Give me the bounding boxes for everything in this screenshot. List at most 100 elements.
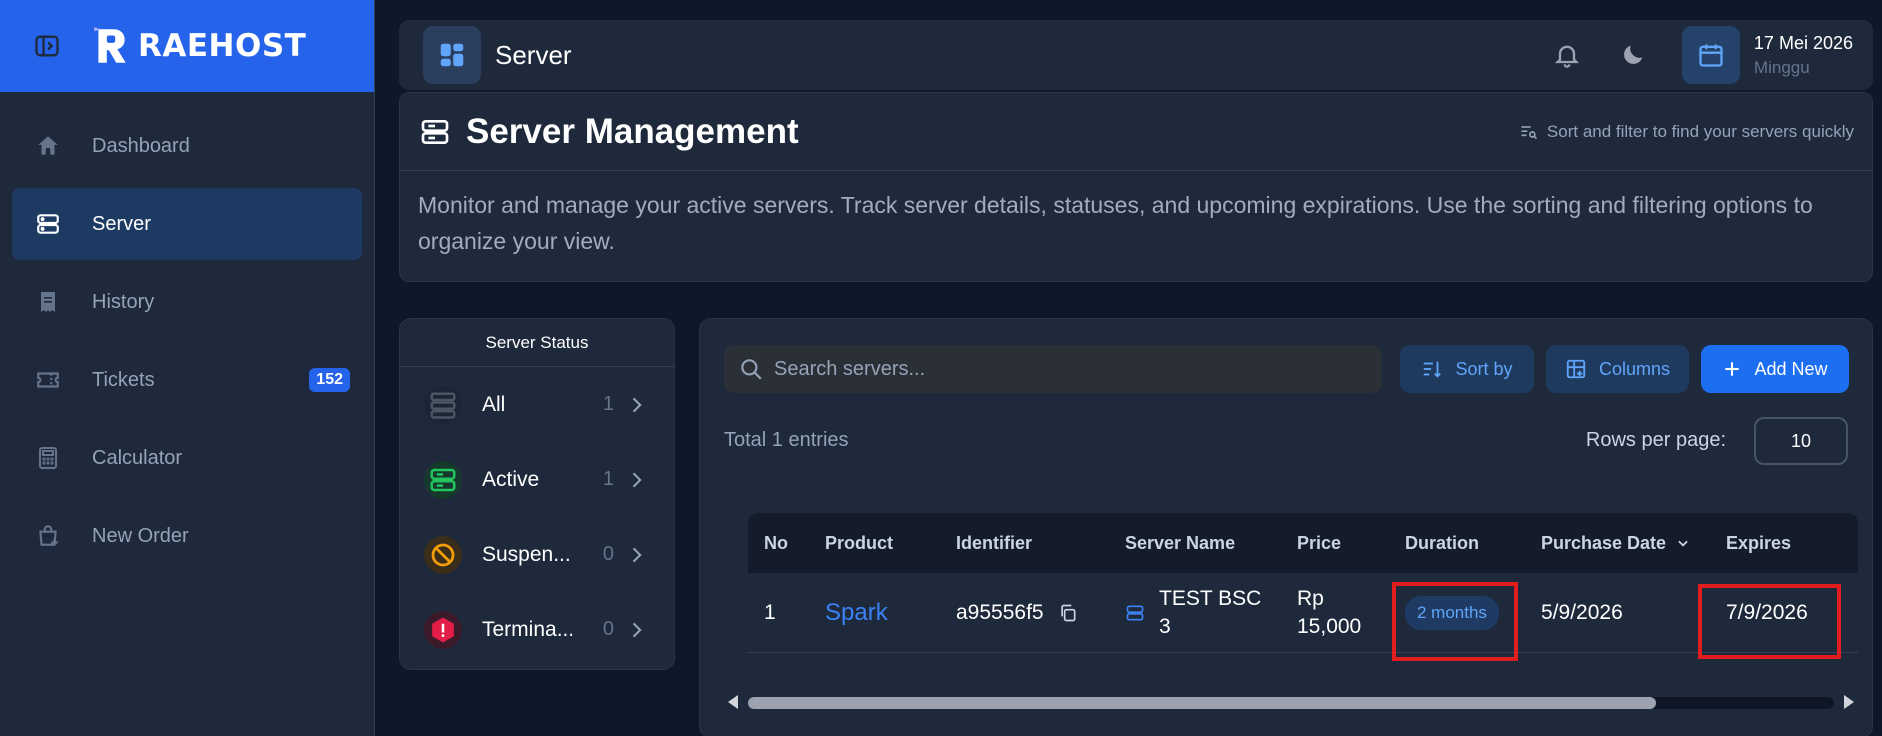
add-new-button[interactable]: Add New <box>1701 345 1849 393</box>
sort-filter-hint: Sort and filter to find your servers qui… <box>1519 122 1854 142</box>
status-label: Suspen... <box>482 542 571 566</box>
plus-icon <box>1722 359 1742 379</box>
sidebar-item-new-order[interactable]: New Order <box>12 500 362 572</box>
status-item-terminated[interactable]: Termina... 0 <box>400 592 674 667</box>
brand-bar: RAEHOST <box>0 0 374 92</box>
sidebar-item-label: History <box>92 290 155 313</box>
column-header-identifier[interactable]: Identifier <box>940 533 1109 554</box>
columns-icon <box>1565 358 1587 380</box>
column-header-product[interactable]: Product <box>809 533 940 554</box>
sidebar-item-history[interactable]: History <box>12 266 362 338</box>
sidebar-item-tickets[interactable]: Tickets 152 <box>12 344 362 416</box>
sort-by-button[interactable]: Sort by <box>1400 345 1534 393</box>
columns-button[interactable]: Columns <box>1546 345 1689 393</box>
status-item-all[interactable]: All 1 <box>400 367 674 442</box>
bell-icon[interactable] <box>1550 38 1584 72</box>
columns-label: Columns <box>1598 358 1671 379</box>
tickets-count-badge: 152 <box>309 368 350 392</box>
chevron-right-icon <box>626 619 646 641</box>
server-small-icon <box>1125 603 1145 623</box>
topbar: Server 17 Mei 2026 Minggu <box>399 20 1873 90</box>
sidebar-nav: Dashboard Server History Tickets 152 Cal… <box>0 92 374 572</box>
status-item-suspended[interactable]: Suspen... 0 <box>400 517 674 592</box>
calendar-icon <box>1681 26 1740 84</box>
rows-per-page-select[interactable]: 10 <box>1754 417 1848 465</box>
alert-octagon-icon <box>424 610 462 649</box>
sidebar: RAEHOST Dashboard Server History Tickets… <box>0 0 375 736</box>
grid-icon <box>423 26 481 84</box>
status-label: Termina... <box>482 617 572 641</box>
status-count: 0 <box>602 618 614 640</box>
status-count: 1 <box>602 468 614 490</box>
rows-per-page-label: Rows per page: <box>1585 429 1726 451</box>
column-header-duration[interactable]: Duration <box>1389 533 1525 554</box>
sidebar-toggle-icon[interactable] <box>30 29 64 63</box>
chevron-right-icon <box>626 394 646 416</box>
cell-identifier: a95556f5 <box>956 600 1044 624</box>
sort-by-label: Sort by <box>1455 358 1513 379</box>
raehost-logo-icon <box>90 25 132 67</box>
calculator-icon <box>34 444 62 472</box>
copy-icon[interactable] <box>1058 603 1078 623</box>
section-description: Monitor and manage your active servers. … <box>418 192 1813 254</box>
date-display: 17 Mei 2026 Minggu <box>1681 26 1853 84</box>
sidebar-item-label: Dashboard <box>92 134 190 157</box>
status-label: All <box>482 392 506 416</box>
filter-search-icon <box>1519 122 1539 142</box>
scroll-left-arrow-icon[interactable] <box>728 695 738 709</box>
cell-server-name: TEST BSC 3 <box>1159 586 1262 638</box>
chevron-right-icon <box>626 544 646 566</box>
shopping-bag-plus-icon <box>34 522 62 550</box>
ban-icon <box>424 535 462 574</box>
sidebar-item-label: New Order <box>92 524 189 547</box>
column-header-server-name[interactable]: Server Name <box>1109 533 1281 554</box>
scrollbar-thumb[interactable] <box>748 697 1656 709</box>
search-input[interactable] <box>774 357 1334 381</box>
status-count: 0 <box>602 543 614 565</box>
search-bar[interactable] <box>724 345 1382 393</box>
add-new-label: Add New <box>1754 358 1828 379</box>
column-header-no[interactable]: No <box>748 533 809 554</box>
server-icon <box>418 115 452 149</box>
server-status-title: Server Status <box>400 319 674 367</box>
ticket-icon <box>34 366 62 394</box>
status-count: 1 <box>602 393 614 415</box>
sidebar-item-label: Server <box>92 212 151 235</box>
sidebar-item-server[interactable]: Server <box>12 188 362 260</box>
sort-icon <box>1421 358 1443 380</box>
status-label: Active <box>482 467 540 491</box>
chevron-down-icon <box>1676 536 1690 550</box>
receipt-icon <box>34 288 62 316</box>
current-date: 17 Mei 2026 <box>1753 32 1853 53</box>
sidebar-item-calculator[interactable]: Calculator <box>12 422 362 494</box>
column-header-purchase-date[interactable]: Purchase Date <box>1525 533 1710 554</box>
server-icon <box>34 210 62 238</box>
scroll-right-arrow-icon[interactable] <box>1844 695 1854 709</box>
column-header-expires[interactable]: Expires <box>1710 533 1858 554</box>
search-icon <box>738 356 764 382</box>
cell-no: 1 <box>764 600 776 624</box>
sidebar-item-label: Tickets <box>92 368 155 391</box>
purchase-date-header-label: Purchase Date <box>1541 532 1667 553</box>
cell-purchase-date: 5/9/2026 <box>1541 600 1623 624</box>
product-link[interactable]: Spark <box>825 599 888 627</box>
server-table-card: Sort by Columns Add New Total 1 entries … <box>699 318 1873 736</box>
table-row: 1 Spark a95556f5 TEST BSC 3 Rp 15,000 2 … <box>748 573 1858 653</box>
moon-icon[interactable] <box>1616 38 1650 72</box>
table-header: No Product Identifier Server Name Price … <box>748 513 1858 573</box>
header-card: Server Management Sort and filter to fin… <box>399 92 1873 282</box>
server-status-card: Server Status All 1 Active 1 Suspen... 0… <box>399 318 675 670</box>
total-entries: Total 1 entries <box>724 429 849 451</box>
status-item-active[interactable]: Active 1 <box>400 442 674 517</box>
chevron-right-icon <box>626 469 646 491</box>
server-active-icon <box>424 460 462 499</box>
column-header-price[interactable]: Price <box>1281 533 1389 554</box>
duration-highlight-box <box>1392 582 1518 661</box>
sidebar-item-dashboard[interactable]: Dashboard <box>12 110 362 182</box>
hint-text: Sort and filter to find your servers qui… <box>1546 121 1854 141</box>
section-title: Server Management <box>466 111 799 151</box>
current-day: Minggu <box>1753 57 1810 77</box>
servers-table: No Product Identifier Server Name Price … <box>748 513 1858 653</box>
page-title: Server <box>495 39 572 70</box>
horizontal-scrollbar[interactable] <box>724 689 1858 715</box>
